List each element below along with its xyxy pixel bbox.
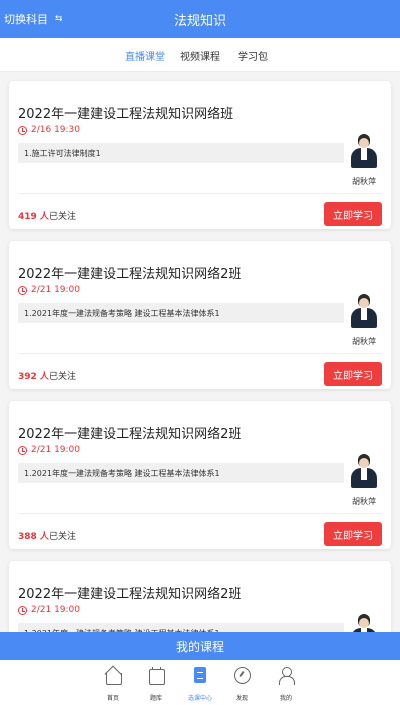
course-time: 2/21 19:00 <box>18 605 80 615</box>
teacher-name: 胡秋萍 <box>352 177 376 186</box>
course-title: 2022年一建建设工程法规知识网络2班 <box>18 267 242 282</box>
teacher-avatar <box>349 453 379 489</box>
teacher-name: 胡秋萍 <box>352 337 376 346</box>
tab-live[interactable]: 直播课堂 <box>125 48 165 63</box>
teacher-avatar <box>349 613 379 632</box>
document-icon <box>191 666 209 684</box>
clock-icon <box>18 285 27 295</box>
follower-number: 392 <box>18 372 37 382</box>
course-title: 2022年一建建设工程法规知识网络班 <box>18 107 234 122</box>
course-time: 2/16 19:30 <box>18 125 80 135</box>
page-title: 法规知识 <box>173 14 226 29</box>
follower-suffix: 已关注 <box>48 532 76 542</box>
follower-count: 392 人已关注 <box>18 369 76 382</box>
nav-course-center-label: 选课中心 <box>187 695 212 702</box>
tab-video[interactable]: 视频课程 <box>180 48 220 63</box>
follower-count: 388 人已关注 <box>18 529 76 542</box>
course-time-value: 2/21 19:00 <box>31 445 81 455</box>
course-card[interactable]: 2022年一建建设工程法规知识网络2班 2/21 19:00 1.2021年度一… <box>9 561 391 632</box>
study-now-button[interactable]: 立即学习 <box>324 202 382 226</box>
study-now-button[interactable]: 立即学习 <box>324 522 382 546</box>
course-tabs: 直播课堂 视频课程 学习包 <box>0 38 400 72</box>
course-description: 1.2021年度一建法规备考策略 建设工程基本法律体系1 <box>18 463 344 483</box>
course-time: 2/21 19:00 <box>18 445 80 455</box>
bottom-nav: 首页 题库 选课中心 发现 我的 <box>0 660 400 705</box>
home-icon <box>104 666 122 685</box>
course-time-value: 2/21 19:00 <box>31 605 81 615</box>
tab-package[interactable]: 学习包 <box>238 48 268 63</box>
user-icon <box>277 666 295 685</box>
follower-suffix: 已关注 <box>48 372 76 382</box>
course-title: 2022年一建建设工程法规知识网络2班 <box>18 587 242 602</box>
course-card[interactable]: 2022年一建建设工程法规知识网络班 2/16 19:30 1.施工许可法律制度… <box>9 81 391 229</box>
nav-home[interactable]: 首页 <box>91 666 135 702</box>
nav-mine[interactable]: 我的 <box>264 666 308 702</box>
follower-suffix: 已关注 <box>48 212 76 222</box>
divider <box>18 513 382 514</box>
top-bar: 切换科目 ⇆ 法规知识 <box>0 0 400 38</box>
divider <box>18 193 382 194</box>
divider <box>18 353 382 354</box>
clock-icon <box>18 125 27 135</box>
nav-question-bank[interactable]: 题库 <box>134 666 178 702</box>
compass-icon <box>233 666 251 684</box>
course-card[interactable]: 2022年一建建设工程法规知识网络2班 2/21 19:00 1.2021年度一… <box>9 241 391 389</box>
course-time-value: 2/16 19:30 <box>31 125 81 135</box>
course-title: 2022年一建建设工程法规知识网络2班 <box>18 427 242 442</box>
nav-mine-label: 我的 <box>279 695 292 702</box>
course-time-value: 2/21 19:00 <box>31 285 81 295</box>
my-courses-button[interactable]: 我的课程 <box>0 632 400 660</box>
course-list: 2022年一建建设工程法规知识网络班 2/16 19:30 1.施工许可法律制度… <box>0 72 400 632</box>
course-time: 2/21 19:00 <box>18 285 80 295</box>
course-description: 1.2021年度一建法规备考策略 建设工程基本法律体系1 <box>18 303 344 323</box>
course-description: 1.施工许可法律制度1 <box>18 143 344 163</box>
calendar-icon <box>147 666 165 685</box>
nav-question-bank-label: 题库 <box>149 695 162 702</box>
follower-number: 388 <box>18 532 37 542</box>
study-now-button[interactable]: 立即学习 <box>324 362 382 386</box>
follower-unit: 人 <box>36 372 49 382</box>
follower-unit: 人 <box>36 532 49 542</box>
course-description: 1.2021年度一建法规备考策略 建设工程基本法律体系1 <box>18 623 344 632</box>
follower-count: 419 人已关注 <box>18 209 76 222</box>
follower-unit: 人 <box>36 212 49 222</box>
clock-icon <box>18 605 27 615</box>
teacher-avatar <box>349 293 379 329</box>
nav-discover-label: 发现 <box>235 695 248 702</box>
nav-home-label: 首页 <box>106 695 119 702</box>
clock-icon <box>18 445 27 455</box>
nav-discover[interactable]: 发现 <box>220 666 264 702</box>
teacher-name: 胡秋萍 <box>352 497 376 506</box>
follower-number: 419 <box>18 212 37 222</box>
course-card[interactable]: 2022年一建建设工程法规知识网络2班 2/21 19:00 1.2021年度一… <box>9 401 391 549</box>
nav-course-center[interactable]: 选课中心 <box>178 666 222 702</box>
teacher-avatar <box>349 133 379 169</box>
